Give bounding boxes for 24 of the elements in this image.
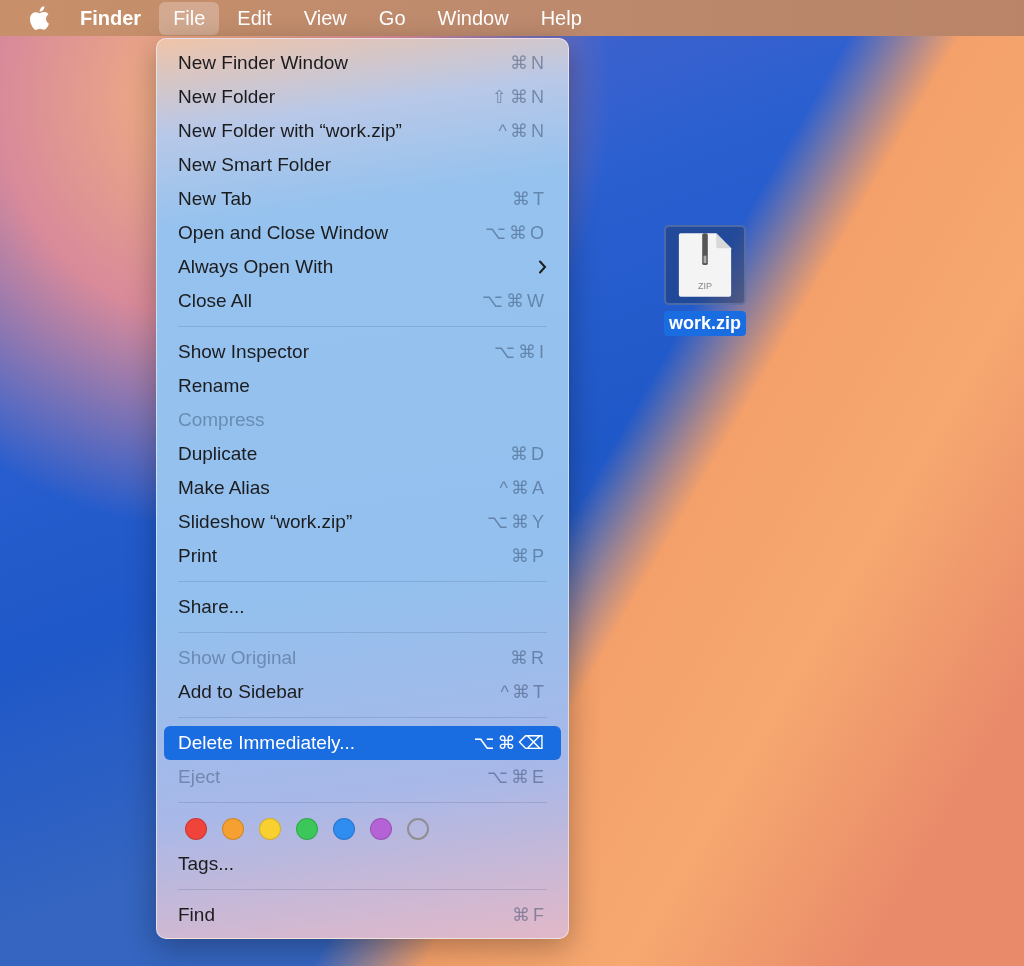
menu-item[interactable]: Duplicate ⌘D	[164, 437, 561, 471]
menu-item[interactable]: Tags...	[164, 847, 561, 881]
menu-item[interactable]: Close All ⌥⌘W	[164, 284, 561, 318]
menu-item[interactable]: Add to Sidebar ^⌘T	[164, 675, 561, 709]
menu-item[interactable]: New Smart Folder	[164, 148, 561, 182]
menu-item[interactable]: Print ⌘P	[164, 539, 561, 573]
menu-item[interactable]: New Folder ⇧⌘N	[164, 80, 561, 114]
menu-item[interactable]: Make Alias ^⌘A	[164, 471, 561, 505]
menu-item[interactable]: New Tab ⌘T	[164, 182, 561, 216]
menu-item[interactable]: Show Inspector ⌥⌘I	[164, 335, 561, 369]
tag-color-dot[interactable]	[407, 818, 429, 840]
zip-file-icon	[677, 231, 733, 299]
file-type-label: ZIP	[698, 281, 712, 291]
menu-item[interactable]: Share...	[164, 590, 561, 624]
apple-logo-icon[interactable]	[28, 5, 50, 31]
menu-item[interactable]: New Folder with “work.zip” ^⌘N	[164, 114, 561, 148]
menu-item[interactable]: Open and Close Window ⌥⌘O	[164, 216, 561, 250]
file-name[interactable]: work.zip	[664, 311, 746, 336]
menu-item[interactable]: Always Open With	[164, 250, 561, 284]
menu-item[interactable]: Delete Immediately... ⌥⌘⌫	[164, 726, 561, 760]
menu-item[interactable]: Find ⌘F	[164, 898, 561, 932]
menu-item[interactable]: Slideshow “work.zip” ⌥⌘Y	[164, 505, 561, 539]
menu-item[interactable]: New Finder Window ⌘N	[164, 46, 561, 80]
menu-item[interactable]: Rename	[164, 369, 561, 403]
